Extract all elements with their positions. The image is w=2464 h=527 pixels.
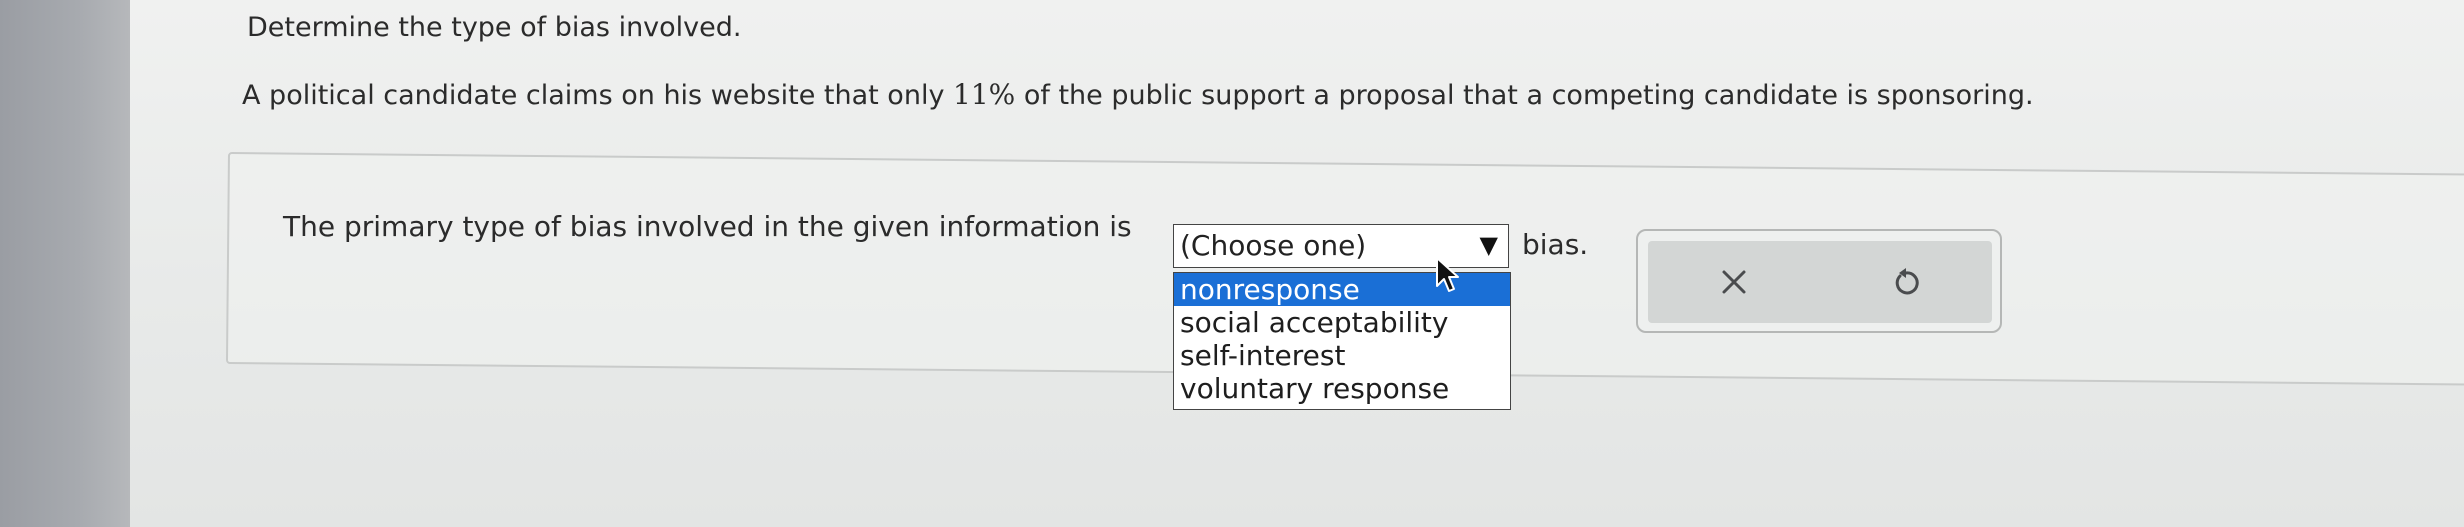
question-text: A political candidate claims on his webs…: [242, 78, 2034, 111]
question-percent: 11%: [953, 78, 1016, 111]
undo-icon: [1895, 268, 1919, 295]
undo-button[interactable]: [1820, 241, 1992, 323]
answer-actions: [1636, 229, 2002, 333]
dropdown-arrow-icon: ▼: [1479, 231, 1498, 259]
answer-prompt: The primary type of bias involved in the…: [283, 210, 1132, 243]
option-social-acceptability[interactable]: social acceptability: [1174, 306, 1510, 339]
question-text-middle: that only: [815, 80, 954, 111]
answer-suffix: bias.: [1522, 228, 1589, 261]
option-voluntary-response[interactable]: voluntary response: [1174, 372, 1510, 405]
left-bezel: [0, 0, 130, 527]
select-current-value: (Choose one): [1180, 229, 1367, 262]
question-website-word: website: [710, 80, 816, 111]
clear-answer-button[interactable]: [1648, 241, 1820, 323]
instruction-heading: Determine the type of bias involved.: [247, 12, 742, 43]
mouse-cursor-icon: [1436, 257, 1459, 292]
action-buttons-panel: [1648, 241, 1992, 323]
question-text-end: of the public support a proposal that a …: [1015, 80, 2034, 111]
question-text-start: A political candidate claims on his: [242, 80, 711, 111]
option-self-interest[interactable]: self-interest: [1174, 339, 1510, 372]
x-icon: [1722, 270, 1746, 294]
